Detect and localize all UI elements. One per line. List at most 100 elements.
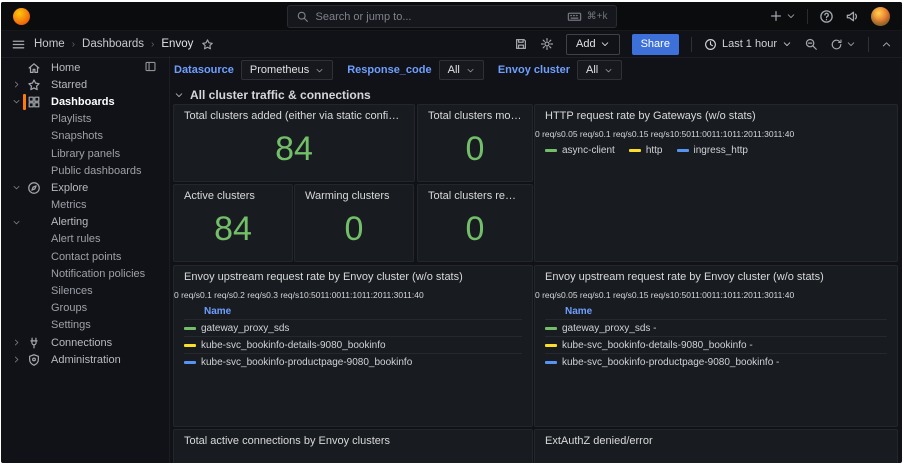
- save-dashboard-button[interactable]: [514, 37, 528, 51]
- svg-text:10:50: 10:50: [670, 290, 691, 300]
- chart-legend-table: Namegateway_proxy_sdskube-svc_bookinfo-d…: [174, 303, 532, 370]
- svg-text:0.3 req/s: 0.3 req/s: [266, 290, 299, 300]
- help-button[interactable]: [819, 9, 834, 24]
- svg-text:0 req/s: 0 req/s: [535, 129, 561, 139]
- apps-icon: [27, 95, 41, 109]
- breadcrumb-separator: ›: [151, 39, 154, 50]
- grafana-logo[interactable]: [13, 8, 30, 25]
- sidebar-item-metrics[interactable]: Metrics: [1, 197, 169, 214]
- breadcrumb-item-envoy[interactable]: Envoy: [161, 38, 193, 50]
- legend-item-kube-svc-bookinfo-details-9080-bookinfo[interactable]: kube-svc_bookinfo-details-9080_bookinfo: [184, 336, 522, 353]
- sidebar-item-snapshots[interactable]: Snapshots: [1, 128, 169, 145]
- news-button[interactable]: [845, 9, 860, 24]
- sidebar-item-dashboards[interactable]: Dashboards: [1, 93, 169, 110]
- sidebar-item-explore[interactable]: Explore: [1, 179, 169, 196]
- variable-response-code: Response_code All: [347, 60, 484, 80]
- filter-value-envoy-cluster[interactable]: All: [577, 60, 622, 80]
- svg-text:0.05 req/s: 0.05 req/s: [561, 290, 599, 300]
- search-input[interactable]: Search or jump to... ⌘+k: [287, 5, 617, 28]
- sidebar-item-alert-rules[interactable]: Alert rules: [1, 231, 169, 248]
- sidebar-item-playlists[interactable]: Playlists: [1, 111, 169, 128]
- chevron-right-icon: [12, 355, 21, 364]
- sidebar-item-groups[interactable]: Groups: [1, 300, 169, 317]
- svg-text:11:40: 11:40: [774, 290, 795, 300]
- legend-item-async-client[interactable]: async-client: [545, 145, 615, 156]
- time-range-picker[interactable]: Last 1 hour: [704, 38, 792, 51]
- svg-text:10:50: 10:50: [299, 290, 320, 300]
- legend-column-name[interactable]: Name: [545, 303, 887, 319]
- filter-label-response-code: Response_code: [347, 64, 431, 76]
- legend-column-name[interactable]: Name: [184, 303, 522, 319]
- dock-icon: [144, 60, 157, 73]
- panel-title[interactable]: Envoy upstream request rate by Envoy clu…: [174, 266, 532, 285]
- refresh-button[interactable]: [830, 38, 856, 51]
- chevron-right-icon: [12, 80, 21, 89]
- legend-item-http[interactable]: http: [629, 145, 663, 156]
- dock-menu-button[interactable]: [144, 60, 157, 76]
- svg-text:11:20: 11:20: [362, 290, 383, 300]
- share-button[interactable]: Share: [632, 34, 679, 55]
- chevron-down-icon: [604, 66, 613, 75]
- panel-envoy-upstream-request-rate-by-envoy-cluster-w-o-stats: Envoy upstream request rate by Envoy clu…: [534, 265, 898, 427]
- panel-title[interactable]: ExtAuthZ denied/error: [535, 430, 897, 449]
- chevron-down-icon: [12, 97, 21, 106]
- variable-datasource: Datasource Prometheus: [174, 60, 333, 80]
- panel-total-clusters-added-either-via-static-config-or-cds: Total clusters added (either via static …: [173, 104, 415, 182]
- sidebar-item-public-dashboards[interactable]: Public dashboards: [1, 162, 169, 179]
- user-avatar[interactable]: [871, 7, 890, 26]
- legend-item-gateway-proxy-sds[interactable]: gateway_proxy_sds -: [545, 319, 887, 336]
- sidebar-item-silences[interactable]: Silences: [1, 282, 169, 299]
- svg-text:0.1 req/s: 0.1 req/s: [599, 129, 632, 139]
- chevron-right-icon: [12, 338, 21, 347]
- sidebar-item-starred[interactable]: Starred: [1, 76, 169, 93]
- filter-value-datasource[interactable]: Prometheus: [241, 60, 333, 80]
- filter-value-response-code[interactable]: All: [439, 60, 484, 80]
- collapse-toolbar-button[interactable]: [881, 39, 892, 50]
- grafana-app: Search or jump to... ⌘+k Home›Dash: [1, 2, 902, 463]
- legend-item-kube-svc-bookinfo-productpage-9080-bookinfo[interactable]: kube-svc_bookinfo-productpage-9080_booki…: [184, 353, 522, 370]
- home-icon: [27, 61, 41, 75]
- help-icon: [819, 9, 834, 24]
- sidebar-item-library-panels[interactable]: Library panels: [1, 145, 169, 162]
- breadcrumb-item-home[interactable]: Home: [34, 38, 65, 50]
- favorite-button[interactable]: [201, 38, 214, 51]
- legend-item-ingress-http[interactable]: ingress_http: [677, 145, 748, 156]
- sidebar-item-connections[interactable]: Connections: [1, 334, 169, 351]
- svg-text:11:40: 11:40: [403, 290, 424, 300]
- toolbar-actions: Add Share Last 1 hour: [514, 34, 892, 55]
- chevron-down-icon: [466, 66, 475, 75]
- dashboard-settings-button[interactable]: [540, 37, 554, 51]
- row-section-header[interactable]: All cluster traffic & connections: [174, 88, 371, 102]
- mega-menu-button[interactable]: [11, 37, 26, 52]
- sidebar-item-notification-policies[interactable]: Notification policies: [1, 265, 169, 282]
- sidebar-item-contact-points[interactable]: Contact points: [1, 248, 169, 265]
- bell-icon: undefined: [27, 215, 41, 229]
- sidebar-item-administration[interactable]: Administration: [1, 351, 169, 368]
- search-shortcut: ⌘+k: [567, 9, 608, 24]
- breadcrumb-separator: ›: [72, 39, 75, 50]
- chevron-down-icon: [600, 39, 610, 49]
- breadcrumb-item-dashboards[interactable]: Dashboards: [82, 38, 144, 50]
- legend-item-kube-svc-bookinfo-details-9080-bookinfo[interactable]: kube-svc_bookinfo-details-9080_bookinfo …: [545, 336, 887, 353]
- panel-title[interactable]: Total active connections by Envoy cluste…: [174, 430, 532, 449]
- panel-title[interactable]: Envoy upstream request rate by Envoy clu…: [535, 266, 897, 285]
- svg-text:11:00: 11:00: [321, 290, 342, 300]
- sidebar-item-alerting[interactable]: undefinedAlerting: [1, 214, 169, 231]
- filter-label-datasource: Datasource: [174, 64, 234, 76]
- filter-label-envoy-cluster: Envoy cluster: [498, 64, 570, 76]
- hamburger-icon: [11, 37, 26, 52]
- panel-envoy-upstream-request-rate-by-envoy-cluster-w-o-stats: Envoy upstream request rate by Envoy clu…: [173, 265, 533, 427]
- divider: [807, 9, 808, 24]
- legend-item-kube-svc-bookinfo-productpage-9080-bookinfo[interactable]: kube-svc_bookinfo-productpage-9080_booki…: [545, 353, 887, 370]
- svg-text:0.2 req/s: 0.2 req/s: [233, 290, 266, 300]
- chevron-down-icon: [846, 39, 856, 49]
- svg-text:0.15 req/s: 0.15 req/s: [632, 129, 670, 139]
- zoom-out-button[interactable]: [804, 37, 818, 51]
- sidebar-item-home[interactable]: Home: [1, 59, 169, 76]
- panel-title[interactable]: HTTP request rate by Gateways (w/o stats…: [535, 105, 897, 124]
- add-button[interactable]: Add: [566, 34, 620, 55]
- legend-item-gateway-proxy-sds[interactable]: gateway_proxy_sds: [184, 319, 522, 336]
- sidebar-item-settings[interactable]: Settings: [1, 317, 169, 334]
- svg-text:0 req/s: 0 req/s: [174, 290, 200, 300]
- new-button[interactable]: [769, 9, 796, 23]
